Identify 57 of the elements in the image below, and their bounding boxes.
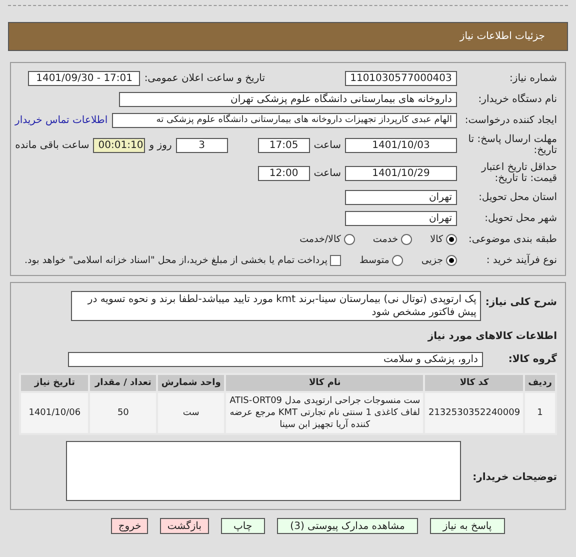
requester-field: الهام عبدی کارپرداز تجهیزات داروخانه های بیمارستانی دانشگاه علوم پزشکی ته [112, 113, 457, 128]
time-label: ساعت [314, 140, 341, 150]
date-field: 1401/10/29 [345, 166, 457, 180]
field-label: استان محل تحویل: [478, 192, 558, 203]
action-button[interactable]: مشاهده مدارک پیوستی (3) [277, 518, 418, 534]
cancel-button[interactable]: خروج [111, 518, 148, 534]
column-header: واحد شمارش [156, 374, 226, 392]
table-cell: ست [156, 392, 226, 434]
days-label: روز و [149, 140, 172, 150]
column-header: نام کالا [225, 374, 424, 392]
column-header: تعداد / مقدار [89, 374, 157, 392]
field-label: حداقل تاریخ اعتبار قیمت: تا تاریخ: [480, 162, 558, 184]
field-label: نوع فرآیند خرید : [485, 255, 558, 266]
column-header: تاریخ نیاز [20, 374, 90, 392]
field-label: گروه کالا: [507, 354, 557, 365]
description-field: پک ارتوپدی (توتال نی) بیمارستان سینا-برند kmt مورد تایید میباشد-لطفا برند و نحوه تسویه در پیش فاکتور مشخص شود [71, 291, 482, 321]
option-label: کالا [430, 234, 443, 245]
contact-link[interactable]: اطلاعات تماس خریدار [15, 115, 108, 126]
need-number-field: 1101030577000403 [345, 70, 457, 86]
field-label: شماره نیاز: [508, 72, 558, 84]
goods-group-field: دارو، پزشکی و سلامت [68, 352, 483, 367]
buyer-org-field: داروخانه های بیمارستانی دانشگاه علوم پزشکی تهران [119, 92, 457, 107]
province-field: تهران [345, 190, 457, 205]
time-field: 12:00 [258, 166, 310, 180]
field-label: توضیحات خریدار: [472, 472, 557, 485]
city-field: تهران [345, 211, 457, 226]
table-cell: 2132530352240009 [424, 392, 524, 434]
option-label: کالا/خدمت [300, 234, 341, 245]
field-label: شهر محل تحویل: [484, 213, 558, 224]
cancel-button[interactable]: بازگشت [160, 518, 208, 534]
section-title: اطلاعات کالاهای مورد نیاز [426, 330, 557, 344]
page-title: جزئیات اطلاعات نیاز [460, 31, 545, 42]
field-label: شرح کلی نیاز: [485, 296, 557, 308]
field-label: مهلت ارسال پاسخ: تا تاریخ: [467, 134, 558, 156]
field-label: ایجاد کننده درخواست: [464, 115, 558, 126]
column-header: کد کالا [424, 374, 524, 392]
action-button[interactable]: چاپ [220, 518, 266, 534]
option-label: خدمت [372, 234, 398, 245]
days-field: 3 [176, 138, 228, 152]
time-field: 17:05 [258, 138, 310, 152]
field-label: تاریخ و ساعت اعلان عمومی: [144, 72, 265, 84]
remaining-time-field: 00:01:10 [93, 138, 146, 152]
checkbox-label: پرداخت تمام یا بخشی از مبلغ خرید،از محل "اسناد خزانه اسلامی" خواهد بود. [24, 255, 328, 266]
remaining-label: ساعت باقی مانده [15, 140, 90, 150]
action-button[interactable]: پاسخ به نیاز [430, 518, 505, 534]
time-label: ساعت [314, 168, 341, 178]
option-label: متوسط [359, 255, 390, 266]
column-header: ردیف [524, 374, 556, 392]
table-cell: 1 [524, 392, 556, 434]
date-field: 1401/10/03 [345, 138, 457, 152]
field-label: نام دستگاه خریدار: [477, 94, 558, 105]
field-label: طبقه بندی موضوعی: [468, 234, 558, 245]
option-label: جزیی [421, 255, 443, 266]
table-cell: 50 [89, 392, 157, 434]
table-cell: 1401/10/06 [20, 392, 90, 434]
table-cell: ست منسوجات جراحی ارتوپدی مدل ATIS-ORT09 لفاف کاغذی 1 سنتی نام تجارتی KMT مرجع عرضه کننده آریا تجهیز ابن سینا [225, 392, 424, 434]
announce-date-field: 1401/09/30 - 17:01 [28, 70, 140, 86]
